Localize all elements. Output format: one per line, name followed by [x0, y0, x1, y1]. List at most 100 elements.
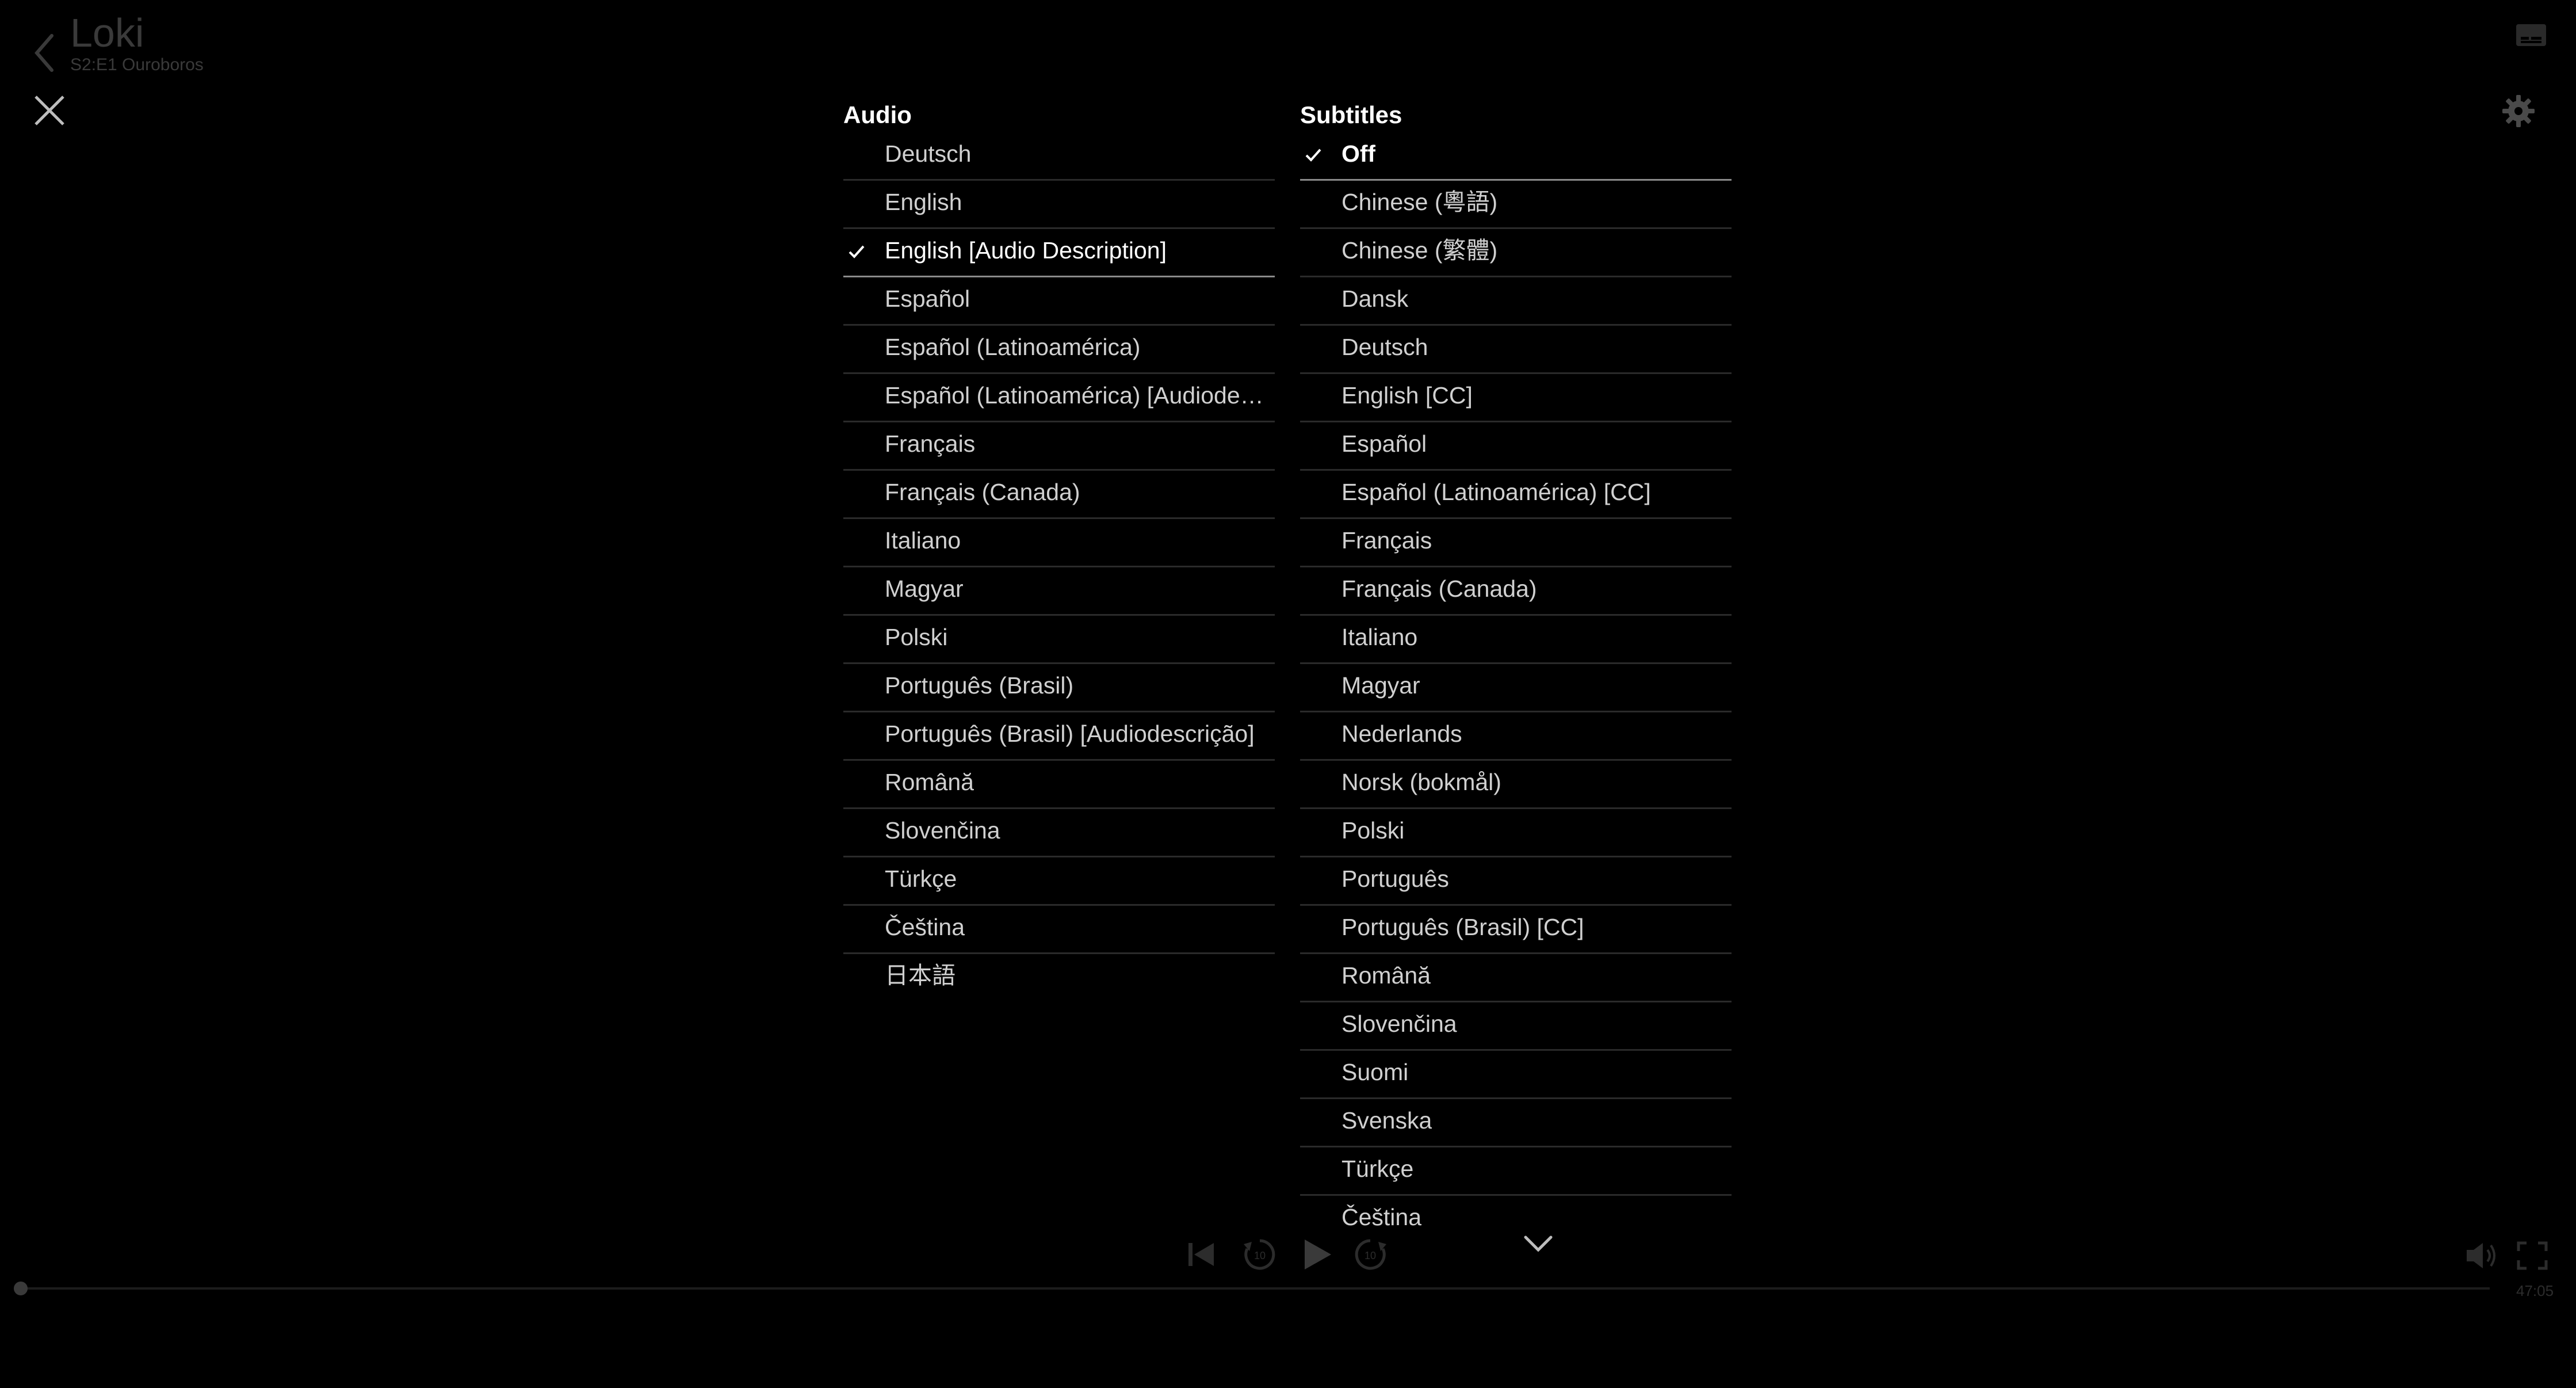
audio-option[interactable]: 日本語 [843, 954, 1275, 1002]
subtitles-option[interactable]: Español (Latinoamérica) [CC] [1300, 471, 1732, 519]
close-icon[interactable] [31, 92, 68, 129]
volume-icon[interactable] [2464, 1241, 2499, 1271]
subtitles-option[interactable]: Nederlands [1300, 712, 1732, 761]
audio-option[interactable]: Français [843, 422, 1275, 471]
audio-option-label: Français (Canada) [885, 479, 1080, 505]
subtitles-option[interactable]: Italiano [1300, 616, 1732, 664]
forward-10-icon[interactable]: 10 [1352, 1236, 1389, 1273]
audio-option-label: Português (Brasil) [Audiodescrição] [885, 720, 1255, 747]
back-icon[interactable] [28, 30, 62, 76]
audio-options-list: Deutsch English English [Audio Description… [843, 132, 1275, 1002]
subtitles-option-label: Dansk [1341, 285, 1409, 312]
subtitles-option[interactable]: Türkçe [1300, 1147, 1732, 1196]
subtitles-option[interactable]: Deutsch [1300, 326, 1732, 374]
audio-option-label: Deutsch [885, 140, 972, 167]
audio-menu: Audio Deutsch English English [Audio Descr… [843, 98, 1275, 1002]
settings-gear-icon[interactable] [2501, 94, 2536, 128]
subtitles-option[interactable]: English [CC] [1300, 374, 1732, 422]
audio-option[interactable]: English [Audio Description] [843, 229, 1275, 277]
subtitles-option-label: Français (Canada) [1341, 575, 1537, 602]
subtitles-option[interactable]: Slovenčina [1300, 1002, 1732, 1051]
audio-option[interactable]: Português (Brasil) [843, 664, 1275, 712]
subtitles-option-label: Slovenčina [1341, 1011, 1457, 1037]
subtitles-heading: Subtitles [1300, 101, 1402, 128]
svg-text:10: 10 [1365, 1250, 1376, 1261]
audio-option-label: Türkçe [885, 865, 957, 892]
audio-option-label: Português (Brasil) [885, 672, 1074, 699]
svg-text:10: 10 [1254, 1250, 1266, 1261]
subtitles-option-label: Español [1341, 430, 1427, 457]
audio-option[interactable]: Polski [843, 616, 1275, 664]
subtitles-option[interactable]: Polski [1300, 809, 1732, 857]
checkmark-icon [849, 245, 865, 258]
subtitles-option-label: Suomi [1341, 1059, 1409, 1085]
audio-option-label: 日本語 [885, 962, 956, 989]
rewind-10-icon[interactable]: 10 [1241, 1236, 1278, 1273]
time-remaining: 47:05 [2516, 1282, 2554, 1299]
subtitles-option-label: Español (Latinoamérica) [CC] [1341, 479, 1651, 505]
audio-option[interactable]: Português (Brasil) [Audiodescrição] [843, 712, 1275, 761]
chevron-down-icon[interactable] [1522, 1231, 1554, 1254]
player-stage: Loki S2:E1 Ouroboros Audio Deutsch Englis… [0, 0, 2576, 1388]
audio-option[interactable]: Deutsch [843, 132, 1275, 181]
episode-subtitle: S2:E1 Ouroboros [70, 55, 204, 74]
subtitles-option-label: Svenska [1341, 1107, 1432, 1134]
subtitles-menu: Subtitles Off Chinese (粵語) Chinese (繁體) Dan… [1300, 98, 1732, 1244]
audio-option-label: Slovenčina [885, 817, 1000, 844]
subtitles-option[interactable]: Suomi [1300, 1051, 1732, 1099]
subtitles-option[interactable]: Dansk [1300, 277, 1732, 326]
subtitles-option[interactable]: Français (Canada) [1300, 567, 1732, 616]
audio-option-label: Español [885, 285, 970, 312]
subtitles-option[interactable]: Svenska [1300, 1099, 1732, 1147]
audio-option[interactable]: Slovenčina [843, 809, 1275, 857]
subtitles-option[interactable]: Chinese (粵語) [1300, 181, 1732, 229]
subtitles-option-label: Português (Brasil) [CC] [1341, 914, 1584, 940]
audio-option[interactable]: Română [843, 761, 1275, 809]
audio-option-label: Čeština [885, 914, 965, 940]
subtitles-option[interactable]: Français [1300, 519, 1732, 567]
audio-option[interactable]: Español (Latinoamérica) [Audiodescripció… [843, 374, 1275, 422]
audio-option-label: Français [885, 430, 976, 457]
subtitles-option[interactable]: Magyar [1300, 664, 1732, 712]
subtitles-option[interactable]: Português (Brasil) [CC] [1300, 906, 1732, 954]
subtitles-option-label: Deutsch [1341, 334, 1428, 360]
audio-option[interactable]: Čeština [843, 906, 1275, 954]
audio-option[interactable]: Türkçe [843, 857, 1275, 906]
audio-option-label: Magyar [885, 575, 964, 602]
play-icon[interactable] [1301, 1237, 1333, 1272]
subtitles-option[interactable]: Español [1300, 422, 1732, 471]
subtitles-option[interactable]: Norsk (bokmål) [1300, 761, 1732, 809]
audio-option-label: Italiano [885, 527, 961, 554]
audio-option-label: English [885, 189, 962, 215]
subtitles-icon[interactable] [2515, 23, 2547, 47]
subtitles-option-label: Nederlands [1341, 720, 1462, 747]
subtitles-option-label: English [CC] [1341, 382, 1473, 409]
progress-scrubber[interactable] [14, 1282, 28, 1295]
subtitles-option[interactable]: Português [1300, 857, 1732, 906]
audio-option[interactable]: Español (Latinoamérica) [843, 326, 1275, 374]
subtitles-option-label: Türkçe [1341, 1156, 1414, 1182]
subtitles-option[interactable]: Off [1300, 132, 1732, 181]
audio-option[interactable]: English [843, 181, 1275, 229]
audio-option[interactable]: Italiano [843, 519, 1275, 567]
subtitles-option-label: Polski [1341, 817, 1405, 844]
subtitles-option-label: Off [1341, 140, 1376, 167]
subtitles-option-label: Chinese (繁體) [1341, 237, 1498, 264]
subtitles-option[interactable]: Chinese (繁體) [1300, 229, 1732, 277]
audio-option[interactable]: Español [843, 277, 1275, 326]
audio-option[interactable]: Français (Canada) [843, 471, 1275, 519]
audio-option[interactable]: Magyar [843, 567, 1275, 616]
audio-option-label: Español (Latinoamérica) [885, 334, 1141, 360]
audio-option-label: Polski [885, 624, 948, 650]
audio-heading: Audio [843, 101, 912, 128]
subtitles-option-label: Português [1341, 865, 1449, 892]
fullscreen-icon[interactable] [2516, 1241, 2548, 1271]
subtitles-option-label: Chinese (粵語) [1341, 189, 1498, 215]
subtitles-option-label: Français [1341, 527, 1432, 554]
subtitles-option-label: Čeština [1341, 1204, 1422, 1230]
audio-option-label: Español (Latinoamérica) [Audiodescripció… [885, 382, 1270, 409]
subtitles-option-label: Italiano [1341, 624, 1418, 650]
skip-previous-icon[interactable] [1185, 1238, 1217, 1271]
subtitles-option[interactable]: Română [1300, 954, 1732, 1002]
progress-track[interactable] [21, 1287, 2490, 1290]
